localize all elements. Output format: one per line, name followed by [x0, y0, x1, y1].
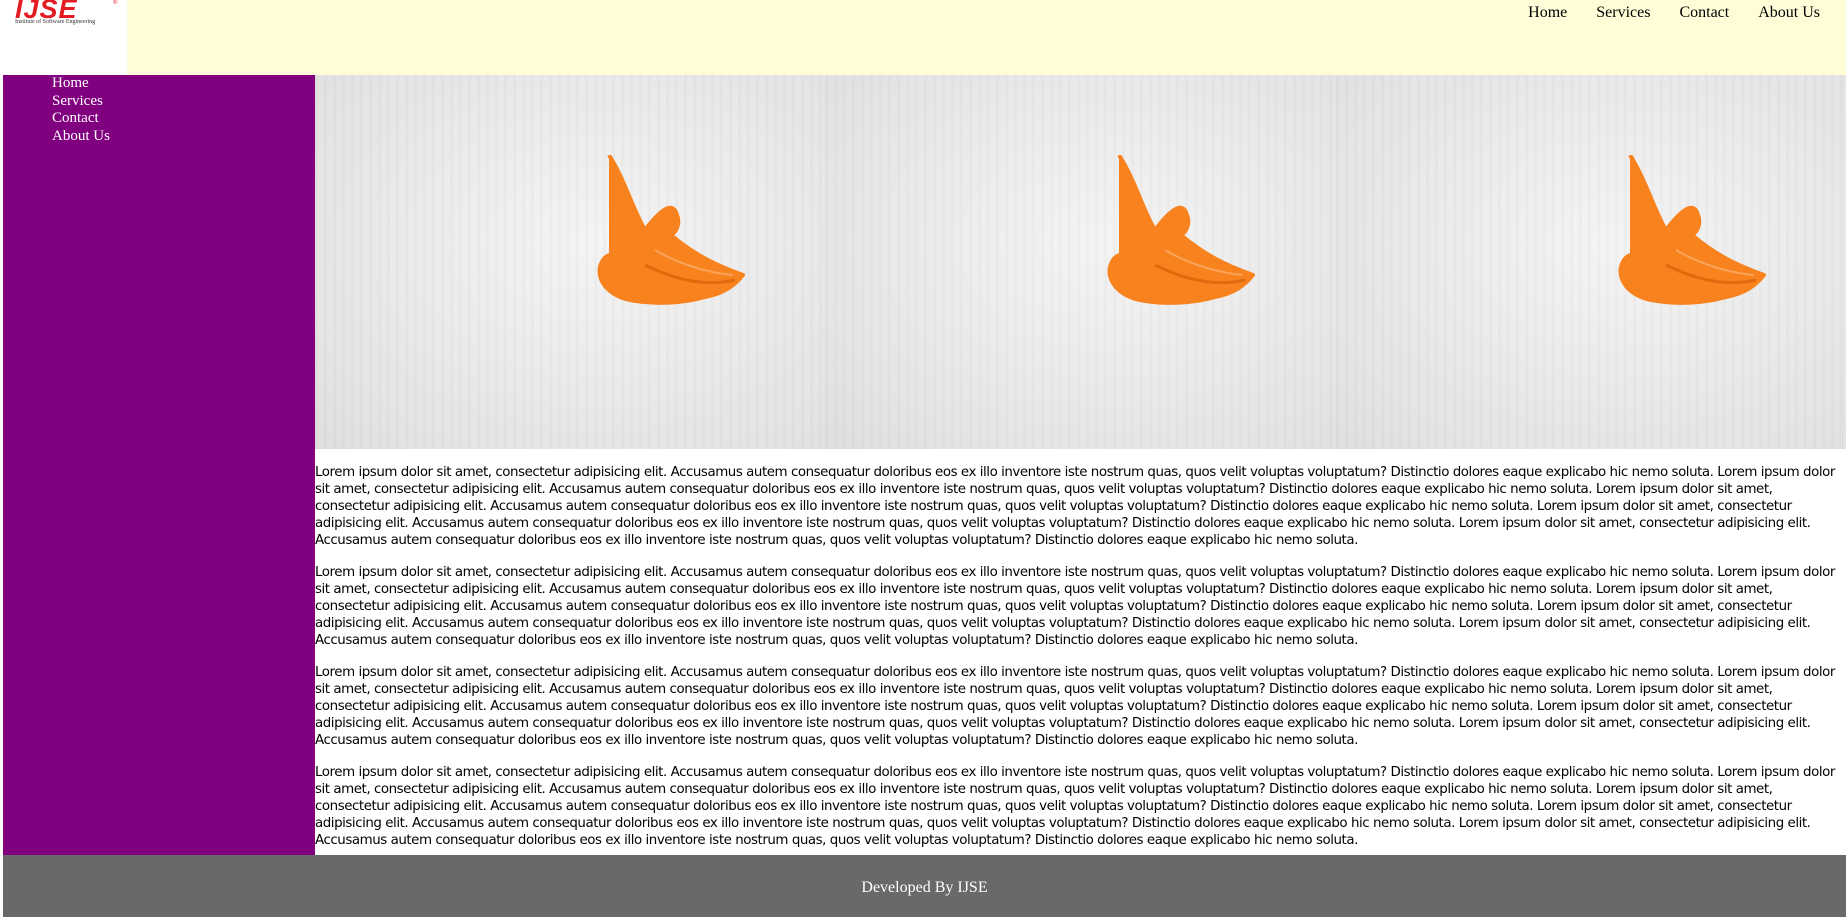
- registered-mark: ®: [113, 0, 118, 6]
- site-header: IJSE ® Institute of Software Engineering…: [3, 0, 1846, 75]
- banner-tile: [825, 75, 1336, 449]
- top-nav-contact[interactable]: Contact: [1679, 3, 1729, 23]
- paragraph: Lorem ipsum dolor sit amet, consectetur …: [315, 665, 1835, 748]
- paragraph: Lorem ipsum dolor sit amet, consectetur …: [315, 565, 1835, 648]
- sidebar-item-about-us[interactable]: About Us: [52, 128, 110, 146]
- banner: [315, 75, 1846, 449]
- banner-tile: [1335, 75, 1846, 449]
- top-nav-home[interactable]: Home: [1528, 3, 1567, 23]
- logo-subtitle: Institute of Software Engineering: [15, 19, 96, 25]
- top-nav-services[interactable]: Services: [1596, 3, 1650, 23]
- top-nav: Home Services Contact About Us: [1499, 3, 1820, 23]
- orange-swirl-mascot-image: [1107, 155, 1256, 305]
- sidebar-item-contact[interactable]: Contact: [52, 110, 110, 128]
- sidebar: Home Services Contact About Us: [3, 75, 315, 855]
- paragraph: Lorem ipsum dolor sit amet, consectetur …: [315, 465, 1835, 548]
- banner-tile: [315, 75, 826, 449]
- top-nav-about-us[interactable]: About Us: [1758, 3, 1820, 23]
- orange-swirl-mascot-image: [597, 155, 745, 305]
- sidebar-item-services[interactable]: Services: [52, 93, 110, 111]
- logo[interactable]: IJSE ® Institute of Software Engineering: [3, 0, 127, 75]
- article-body: Lorem ipsum dolor sit amet, consectetur …: [315, 464, 1846, 864]
- footer-credit: Developed By IJSE: [861, 879, 988, 896]
- page: IJSE ® Institute of Software Engineering…: [3, 0, 1846, 917]
- sidebar-item-home[interactable]: Home: [52, 75, 110, 93]
- paragraph: Lorem ipsum dolor sit amet, consectetur …: [315, 765, 1835, 848]
- orange-swirl-mascot-image: [1618, 155, 1766, 305]
- main-content: Lorem ipsum dolor sit amet, consectetur …: [315, 75, 1846, 855]
- site-footer: Developed By IJSE: [3, 855, 1846, 917]
- sidebar-nav: Home Services Contact About Us: [52, 75, 110, 145]
